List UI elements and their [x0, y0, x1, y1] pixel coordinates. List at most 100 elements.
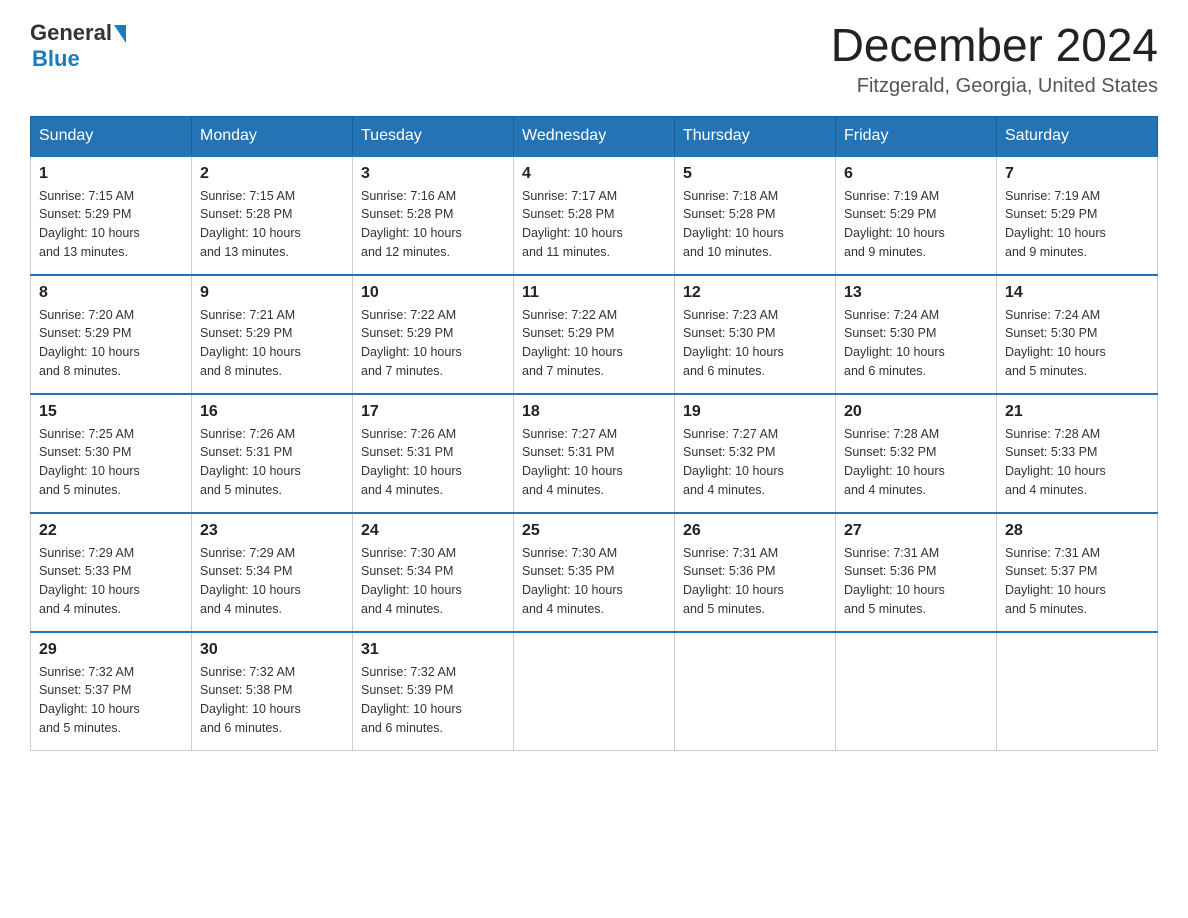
- day-info: Sunrise: 7:24 AMSunset: 5:30 PMDaylight:…: [1005, 306, 1149, 381]
- calendar-table: SundayMondayTuesdayWednesdayThursdayFrid…: [30, 116, 1158, 751]
- calendar-cell: [675, 632, 836, 751]
- calendar-cell: 27 Sunrise: 7:31 AMSunset: 5:36 PMDayligh…: [836, 513, 997, 632]
- location-subtitle: Fitzgerald, Georgia, United States: [831, 75, 1158, 98]
- day-header-sunday: Sunday: [31, 116, 192, 156]
- day-number: 13: [844, 284, 988, 302]
- calendar-cell: 10 Sunrise: 7:22 AMSunset: 5:29 PMDayligh…: [353, 275, 514, 394]
- week-row-2: 8 Sunrise: 7:20 AMSunset: 5:29 PMDaylight…: [31, 275, 1158, 394]
- day-info: Sunrise: 7:30 AMSunset: 5:34 PMDaylight:…: [361, 544, 505, 619]
- calendar-cell: 28 Sunrise: 7:31 AMSunset: 5:37 PMDayligh…: [997, 513, 1158, 632]
- calendar-cell: 31 Sunrise: 7:32 AMSunset: 5:39 PMDayligh…: [353, 632, 514, 751]
- calendar-cell: 25Sunrise: 7:30 AMSunset: 5:35 PMDayligh…: [514, 513, 675, 632]
- calendar-cell: [836, 632, 997, 751]
- header: General Blue December 2024 Fitzgerald, G…: [30, 20, 1158, 98]
- day-number: 1: [39, 165, 183, 183]
- day-header-friday: Friday: [836, 116, 997, 156]
- day-info: Sunrise: 7:25 AMSunset: 5:30 PMDaylight:…: [39, 425, 183, 500]
- logo: General Blue: [30, 20, 126, 72]
- week-row-4: 22 Sunrise: 7:29 AMSunset: 5:33 PMDayligh…: [31, 513, 1158, 632]
- day-header-thursday: Thursday: [675, 116, 836, 156]
- logo-blue-text: Blue: [32, 46, 80, 72]
- calendar-cell: 5 Sunrise: 7:18 AMSunset: 5:28 PMDaylight…: [675, 156, 836, 275]
- day-info: Sunrise: 7:26 AMSunset: 5:31 PMDaylight:…: [361, 425, 505, 500]
- month-year-title: December 2024: [831, 20, 1158, 71]
- day-info: Sunrise: 7:22 AMSunset: 5:29 PMDaylight:…: [361, 306, 505, 381]
- calendar-cell: 24 Sunrise: 7:30 AMSunset: 5:34 PMDayligh…: [353, 513, 514, 632]
- day-info: Sunrise: 7:32 AMSunset: 5:39 PMDaylight:…: [361, 663, 505, 738]
- day-number: 16: [200, 403, 344, 421]
- day-info: Sunrise: 7:15 AMSunset: 5:29 PMDaylight:…: [39, 187, 183, 262]
- day-info: Sunrise: 7:28 AMSunset: 5:32 PMDaylight:…: [844, 425, 988, 500]
- day-info: Sunrise: 7:21 AMSunset: 5:29 PMDaylight:…: [200, 306, 344, 381]
- day-info: Sunrise: 7:31 AMSunset: 5:36 PMDaylight:…: [844, 544, 988, 619]
- day-info: Sunrise: 7:31 AMSunset: 5:37 PMDaylight:…: [1005, 544, 1149, 619]
- calendar-cell: 20 Sunrise: 7:28 AMSunset: 5:32 PMDayligh…: [836, 394, 997, 513]
- day-number: 20: [844, 403, 988, 421]
- day-number: 26: [683, 522, 827, 540]
- day-number: 23: [200, 522, 344, 540]
- day-header-monday: Monday: [192, 116, 353, 156]
- day-info: Sunrise: 7:20 AMSunset: 5:29 PMDaylight:…: [39, 306, 183, 381]
- day-number: 10: [361, 284, 505, 302]
- day-info: Sunrise: 7:28 AMSunset: 5:33 PMDaylight:…: [1005, 425, 1149, 500]
- day-info: Sunrise: 7:19 AMSunset: 5:29 PMDaylight:…: [1005, 187, 1149, 262]
- calendar-cell: [997, 632, 1158, 751]
- day-info: Sunrise: 7:27 AMSunset: 5:32 PMDaylight:…: [683, 425, 827, 500]
- logo-triangle-icon: [114, 25, 126, 43]
- day-number: 6: [844, 165, 988, 183]
- day-number: 7: [1005, 165, 1149, 183]
- week-row-5: 29Sunrise: 7:32 AMSunset: 5:37 PMDayligh…: [31, 632, 1158, 751]
- day-number: 11: [522, 284, 666, 302]
- day-number: 22: [39, 522, 183, 540]
- day-number: 3: [361, 165, 505, 183]
- day-info: Sunrise: 7:19 AMSunset: 5:29 PMDaylight:…: [844, 187, 988, 262]
- calendar-cell: 3 Sunrise: 7:16 AMSunset: 5:28 PMDaylight…: [353, 156, 514, 275]
- calendar-cell: 9Sunrise: 7:21 AMSunset: 5:29 PMDaylight…: [192, 275, 353, 394]
- calendar-cell: 6 Sunrise: 7:19 AMSunset: 5:29 PMDaylight…: [836, 156, 997, 275]
- calendar-cell: 12Sunrise: 7:23 AMSunset: 5:30 PMDayligh…: [675, 275, 836, 394]
- day-number: 24: [361, 522, 505, 540]
- day-info: Sunrise: 7:31 AMSunset: 5:36 PMDaylight:…: [683, 544, 827, 619]
- calendar-cell: 11 Sunrise: 7:22 AMSunset: 5:29 PMDayligh…: [514, 275, 675, 394]
- day-info: Sunrise: 7:30 AMSunset: 5:35 PMDaylight:…: [522, 544, 666, 619]
- calendar-cell: 29Sunrise: 7:32 AMSunset: 5:37 PMDayligh…: [31, 632, 192, 751]
- calendar-cell: 17Sunrise: 7:26 AMSunset: 5:31 PMDayligh…: [353, 394, 514, 513]
- day-info: Sunrise: 7:29 AMSunset: 5:34 PMDaylight:…: [200, 544, 344, 619]
- logo-general-text: General: [30, 20, 112, 46]
- day-info: Sunrise: 7:23 AMSunset: 5:30 PMDaylight:…: [683, 306, 827, 381]
- calendar-cell: [514, 632, 675, 751]
- day-info: Sunrise: 7:16 AMSunset: 5:28 PMDaylight:…: [361, 187, 505, 262]
- day-info: Sunrise: 7:24 AMSunset: 5:30 PMDaylight:…: [844, 306, 988, 381]
- calendar-cell: 16 Sunrise: 7:26 AMSunset: 5:31 PMDayligh…: [192, 394, 353, 513]
- day-info: Sunrise: 7:15 AMSunset: 5:28 PMDaylight:…: [200, 187, 344, 262]
- calendar-cell: 15 Sunrise: 7:25 AMSunset: 5:30 PMDayligh…: [31, 394, 192, 513]
- day-number: 28: [1005, 522, 1149, 540]
- day-number: 19: [683, 403, 827, 421]
- day-header-saturday: Saturday: [997, 116, 1158, 156]
- day-info: Sunrise: 7:26 AMSunset: 5:31 PMDaylight:…: [200, 425, 344, 500]
- calendar-cell: 4Sunrise: 7:17 AMSunset: 5:28 PMDaylight…: [514, 156, 675, 275]
- day-number: 27: [844, 522, 988, 540]
- calendar-cell: 1 Sunrise: 7:15 AMSunset: 5:29 PMDaylight…: [31, 156, 192, 275]
- week-row-1: 1 Sunrise: 7:15 AMSunset: 5:29 PMDaylight…: [31, 156, 1158, 275]
- calendar-cell: 7 Sunrise: 7:19 AMSunset: 5:29 PMDaylight…: [997, 156, 1158, 275]
- calendar-cell: 30Sunrise: 7:32 AMSunset: 5:38 PMDayligh…: [192, 632, 353, 751]
- day-info: Sunrise: 7:32 AMSunset: 5:38 PMDaylight:…: [200, 663, 344, 738]
- day-header-tuesday: Tuesday: [353, 116, 514, 156]
- page-container: General Blue December 2024 Fitzgerald, G…: [30, 20, 1158, 751]
- day-number: 4: [522, 165, 666, 183]
- day-number: 15: [39, 403, 183, 421]
- day-header-wednesday: Wednesday: [514, 116, 675, 156]
- day-info: Sunrise: 7:22 AMSunset: 5:29 PMDaylight:…: [522, 306, 666, 381]
- day-info: Sunrise: 7:18 AMSunset: 5:28 PMDaylight:…: [683, 187, 827, 262]
- day-number: 31: [361, 641, 505, 659]
- day-info: Sunrise: 7:29 AMSunset: 5:33 PMDaylight:…: [39, 544, 183, 619]
- calendar-cell: 22 Sunrise: 7:29 AMSunset: 5:33 PMDayligh…: [31, 513, 192, 632]
- calendar-cell: 8 Sunrise: 7:20 AMSunset: 5:29 PMDaylight…: [31, 275, 192, 394]
- calendar-cell: 23 Sunrise: 7:29 AMSunset: 5:34 PMDayligh…: [192, 513, 353, 632]
- day-number: 2: [200, 165, 344, 183]
- day-number: 29: [39, 641, 183, 659]
- day-number: 8: [39, 284, 183, 302]
- calendar-cell: 19 Sunrise: 7:27 AMSunset: 5:32 PMDayligh…: [675, 394, 836, 513]
- day-number: 5: [683, 165, 827, 183]
